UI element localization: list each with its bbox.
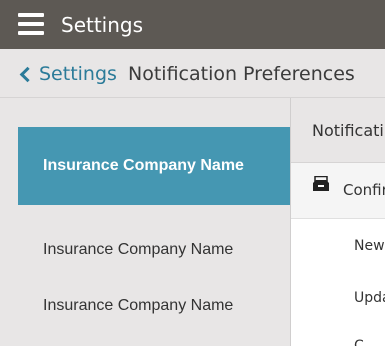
company-sidebar: Insurance Company Name Insurance Company…	[0, 98, 290, 346]
notification-option-update[interactable]: Upda	[354, 290, 385, 306]
back-to-settings-link[interactable]: Settings	[18, 63, 117, 85]
back-link-label: Settings	[39, 63, 117, 85]
sidebar-item-label: Insurance Company Name	[43, 241, 234, 258]
notification-option-3[interactable]: C	[354, 338, 364, 346]
panel-header: Notificati	[291, 98, 385, 163]
sidebar-item-label: Insurance Company Name	[43, 297, 234, 314]
breadcrumb-bar: Settings Notification Preferences	[0, 49, 385, 98]
notification-group-label: Confir	[343, 181, 385, 199]
notification-option-new[interactable]: New	[354, 238, 385, 254]
hamburger-menu-icon[interactable]	[18, 13, 44, 35]
notification-panel: Notificati Confir New Upda C	[291, 98, 385, 346]
app-title: Settings	[61, 13, 144, 37]
sidebar-item-company-1[interactable]: Insurance Company Name	[18, 127, 290, 205]
notification-group-row[interactable]: Confir	[291, 163, 385, 219]
chevron-left-icon	[19, 66, 36, 82]
top-app-bar: Settings	[0, 0, 385, 49]
sidebar-item-company-3[interactable]: Insurance Company Name	[18, 267, 290, 345]
page-title: Notification Preferences	[128, 63, 355, 85]
sidebar-item-label: Insurance Company Name	[43, 157, 244, 174]
inbox-tray-icon	[313, 176, 329, 191]
panel-title: Notificati	[312, 121, 384, 140]
